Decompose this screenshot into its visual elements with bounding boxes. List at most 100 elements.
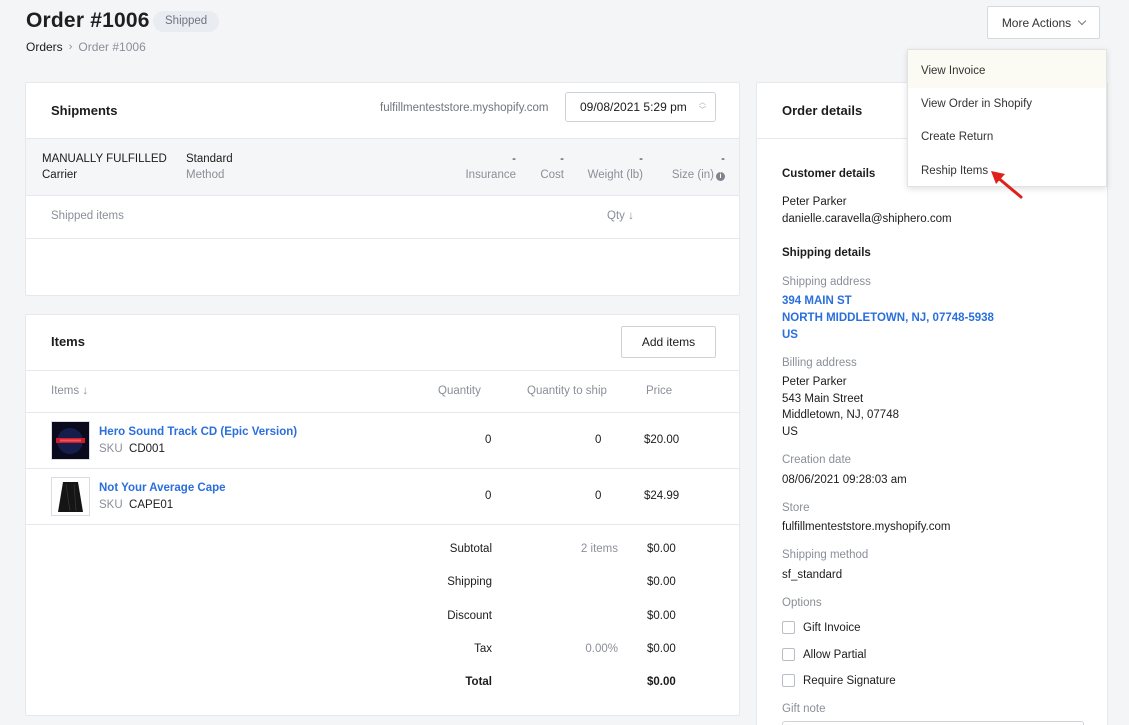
gift-note-label: Gift note bbox=[782, 703, 826, 715]
sku-value: CD001 bbox=[129, 443, 165, 455]
weight-value: - bbox=[639, 153, 643, 165]
size-label-wrap: Size (in) i bbox=[652, 167, 725, 183]
billing-address-line-2: 543 Main Street bbox=[782, 393, 864, 405]
status-badge: Shipped bbox=[153, 11, 220, 32]
cost-label: Cost bbox=[540, 169, 564, 181]
order-details-title: Order details bbox=[782, 103, 863, 118]
breadcrumb-current: Order #1006 bbox=[78, 40, 146, 54]
menu-item-view-order-shopify[interactable]: View Order in Shopify bbox=[921, 98, 1032, 110]
creation-date-label: Creation date bbox=[782, 454, 852, 466]
method-cell: Standard Method bbox=[186, 151, 233, 183]
quantity-column-label: Quantity bbox=[438, 385, 481, 397]
carrier-label: Carrier bbox=[42, 169, 78, 181]
gift-note-input[interactable] bbox=[782, 721, 1084, 725]
shipped-items-header: Shipped items Qty ↓ bbox=[26, 196, 739, 239]
allow-partial-label: Allow Partial bbox=[803, 648, 867, 661]
discount-label: Discount bbox=[447, 610, 492, 622]
qty-sort-header[interactable]: Qty ↓ bbox=[607, 210, 634, 222]
gift-invoice-checkbox[interactable]: Gift Invoice bbox=[782, 621, 861, 634]
billing-address-line-4: US bbox=[782, 426, 798, 438]
shipment-store: fulfillmenteststore.myshopify.com bbox=[380, 102, 549, 114]
page-title: Order #1006 bbox=[26, 9, 150, 32]
add-items-button[interactable]: Add items bbox=[621, 326, 716, 358]
store-value: fulfillmenteststore.myshopify.com bbox=[782, 521, 951, 533]
shipped-items-label: Shipped items bbox=[51, 210, 124, 222]
qty-label: Qty bbox=[607, 210, 625, 222]
info-icon[interactable]: i bbox=[716, 172, 725, 181]
gift-invoice-label: Gift Invoice bbox=[803, 621, 861, 634]
shipping-value: $0.00 bbox=[647, 576, 676, 588]
billing-address-line-3: Middletown, NJ, 07748 bbox=[782, 409, 899, 421]
quantity-value: 0 bbox=[485, 434, 492, 446]
menu-item-create-return[interactable]: Create Return bbox=[921, 131, 993, 143]
spinner-icon[interactable]: ︿ ﹀ bbox=[699, 99, 706, 115]
items-sort-header[interactable]: Items ↓ bbox=[51, 385, 88, 397]
to-ship-column-label: Quantity to ship bbox=[527, 385, 607, 397]
method-label: Method bbox=[186, 169, 225, 181]
size-label: Size (in) bbox=[671, 169, 714, 181]
shipment-date-input[interactable]: 09/08/2021 5:29 pm ︿ ﹀ bbox=[565, 92, 716, 122]
method-value: Standard bbox=[186, 153, 233, 165]
chevron-right-icon: › bbox=[68, 41, 73, 53]
to-ship-value: 0 bbox=[595, 490, 602, 502]
customer-name: Peter Parker bbox=[782, 196, 847, 208]
carrier-value: MANUALLY FULFILLED bbox=[42, 153, 167, 165]
items-table-header: Items ↓ Quantity Quantity to ship Price bbox=[26, 370, 739, 413]
product-image bbox=[51, 477, 90, 516]
size-cell: - Size (in) i bbox=[652, 151, 725, 183]
sku-label: SKU bbox=[99, 499, 123, 511]
tax-rate: 0.00% bbox=[585, 643, 618, 655]
billing-address-label: Billing address bbox=[782, 357, 857, 369]
checkbox-icon[interactable] bbox=[782, 648, 795, 661]
total-value: $0.00 bbox=[647, 676, 676, 688]
tax-label: Tax bbox=[474, 643, 492, 655]
menu-item-reship-items[interactable]: Reship Items bbox=[921, 165, 988, 177]
size-value: - bbox=[721, 153, 725, 165]
sku-value: CAPE01 bbox=[129, 499, 174, 511]
allow-partial-checkbox[interactable]: Allow Partial bbox=[782, 648, 866, 661]
tax-value: $0.00 bbox=[647, 643, 676, 655]
weight-cell: - Weight (lb) bbox=[572, 151, 643, 183]
insurance-cell: - Insurance bbox=[456, 151, 516, 183]
items-title: Items bbox=[51, 334, 85, 349]
to-ship-value: 0 bbox=[595, 434, 602, 446]
arrow-down-icon: ↓ bbox=[82, 385, 89, 397]
items-card: Items Add items Items ↓ Quantity Quantit… bbox=[25, 314, 740, 716]
cost-value: - bbox=[560, 153, 564, 165]
price-column-label: Price bbox=[646, 385, 673, 397]
require-signature-checkbox[interactable]: Require Signature bbox=[782, 674, 896, 687]
customer-email: danielle.caravella@shiphero.com bbox=[782, 213, 952, 225]
shipping-method-value: sf_standard bbox=[782, 569, 843, 581]
price-value: $20.00 bbox=[644, 434, 680, 446]
shipping-address-line-2[interactable]: NORTH MIDDLETOWN, NJ, 07748-5938 bbox=[782, 310, 994, 327]
product-link[interactable]: Not Your Average Cape bbox=[99, 482, 226, 494]
chevron-down-icon bbox=[1077, 16, 1087, 25]
product-sku: SKU CAPE01 bbox=[99, 499, 173, 511]
billing-address-line-1: Peter Parker bbox=[782, 376, 847, 388]
breadcrumb: Orders › Order #1006 bbox=[26, 40, 146, 54]
carrier-cell: MANUALLY FULFILLED Carrier bbox=[42, 151, 167, 183]
subtotal-value: $0.00 bbox=[647, 543, 676, 555]
more-actions-button[interactable]: More Actions bbox=[987, 6, 1100, 39]
shipping-address-line-3[interactable]: US bbox=[782, 327, 798, 344]
total-label: Total bbox=[465, 676, 492, 688]
options-label: Options bbox=[782, 597, 822, 609]
shipping-label: Shipping bbox=[447, 576, 492, 588]
quantity-value: 0 bbox=[485, 490, 492, 502]
subtotal-label: Subtotal bbox=[449, 543, 492, 555]
weight-label: Weight (lb) bbox=[587, 169, 643, 181]
shipping-address-line-1[interactable]: 394 MAIN ST bbox=[782, 293, 852, 310]
more-actions-label: More Actions bbox=[1001, 15, 1072, 30]
breadcrumb-orders-link[interactable]: Orders bbox=[26, 40, 63, 54]
menu-item-view-invoice[interactable]: View Invoice bbox=[921, 65, 985, 77]
table-row: Not Your Average Cape SKU CAPE01 0 0 $24… bbox=[26, 469, 739, 525]
shipping-address-label: Shipping address bbox=[782, 276, 871, 288]
checkbox-icon[interactable] bbox=[782, 621, 795, 634]
annotation-arrow-icon bbox=[991, 171, 1023, 199]
shipments-card: Shipments fulfillmenteststore.myshopify.… bbox=[25, 82, 740, 296]
shipment-meta-row: MANUALLY FULFILLED Carrier Standard Meth… bbox=[26, 138, 739, 196]
sku-label: SKU bbox=[99, 443, 123, 455]
creation-date-value: 08/06/2021 09:28:03 am bbox=[782, 474, 907, 486]
checkbox-icon[interactable] bbox=[782, 674, 795, 687]
product-link[interactable]: Hero Sound Track CD (Epic Version) bbox=[99, 426, 297, 438]
